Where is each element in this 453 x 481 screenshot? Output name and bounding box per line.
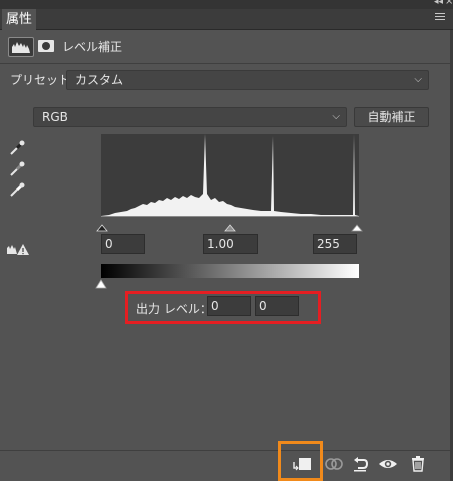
- output-black-field[interactable]: 0: [207, 296, 251, 316]
- tab-properties[interactable]: 属性: [2, 9, 36, 30]
- output-levels-slider[interactable]: [95, 279, 364, 289]
- output-gradient-bar: [101, 264, 359, 278]
- histogram-icon[interactable]: [8, 37, 34, 57]
- divider: [0, 450, 453, 451]
- close-panel-icon[interactable]: ×: [445, 0, 453, 7]
- gamma-slider-handle[interactable]: [224, 224, 236, 232]
- input-levels-slider[interactable]: [96, 222, 363, 232]
- output-slider-handle[interactable]: [95, 279, 107, 289]
- panel-menu-icon[interactable]: [435, 13, 445, 21]
- panel-top-strip: [0, 0, 453, 9]
- input-white-point-field[interactable]: 255: [313, 234, 357, 254]
- chevron-down-icon: ⌵: [414, 74, 422, 85]
- channel-value: RGB: [42, 110, 68, 124]
- input-gamma-field[interactable]: 1.00: [203, 234, 258, 254]
- chevron-down-icon: ⌵: [332, 111, 340, 122]
- white-point-eyedropper-icon[interactable]: [8, 181, 26, 199]
- gray-point-eyedropper-icon[interactable]: [8, 160, 26, 178]
- channel-dropdown[interactable]: RGB ⌵: [33, 107, 347, 127]
- output-levels-label: 出力 レベル：: [136, 302, 212, 316]
- white-point-slider-handle[interactable]: [351, 224, 363, 232]
- histogram-baseline: [101, 216, 359, 217]
- preset-value: カスタム: [75, 73, 124, 87]
- preset-dropdown[interactable]: カスタム ⌵: [66, 70, 429, 90]
- trash-icon[interactable]: [406, 452, 430, 476]
- black-point-eyedropper-icon[interactable]: [8, 139, 26, 157]
- levels-histogram: [101, 134, 359, 216]
- clip-to-layer-highlight-box: [278, 441, 323, 481]
- black-point-slider-handle[interactable]: [96, 224, 108, 232]
- output-white-field[interactable]: 0: [255, 296, 299, 316]
- mask-icon[interactable]: [36, 37, 56, 55]
- panel-title: レベル補正: [62, 40, 123, 54]
- panel-tab-bar: [0, 9, 453, 30]
- auto-button[interactable]: 自動補正: [354, 107, 429, 127]
- reset-icon[interactable]: [348, 452, 372, 476]
- input-black-point-field[interactable]: 0: [101, 234, 145, 254]
- collapse-panels-icon[interactable]: ◂◂: [434, 0, 443, 7]
- divider: [0, 63, 453, 64]
- visibility-eye-icon[interactable]: [376, 452, 400, 476]
- view-previous-state-icon[interactable]: [322, 452, 346, 476]
- clipping-warning-icon[interactable]: [6, 242, 30, 256]
